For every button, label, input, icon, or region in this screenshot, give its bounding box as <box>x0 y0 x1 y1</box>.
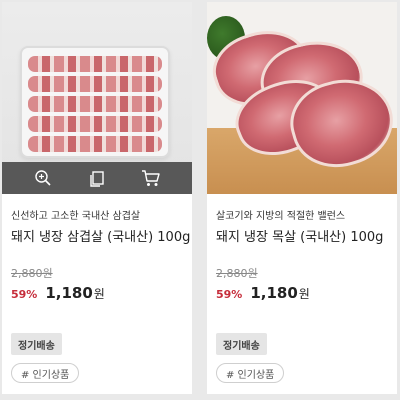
product-card[interactable]: 신선하고 고소한 국내산 삼겹살 돼지 냉장 삼겹살 (국내산) 100g 2,… <box>2 2 192 394</box>
product-card[interactable]: 살코기와 지방의 적절한 밸런스 돼지 냉장 목살 (국내산) 100g 2,8… <box>207 2 397 394</box>
subscription-badge: 정기배송 <box>216 333 267 355</box>
product-description: 살코기와 지방의 적절한 밸런스 <box>216 211 346 222</box>
copy-icon <box>90 171 104 187</box>
original-price: 2,880원 <box>11 267 53 280</box>
sale-price: 1,180 <box>45 284 93 302</box>
subscription-badge: 정기배송 <box>11 333 62 355</box>
product-image[interactable] <box>207 2 397 194</box>
product-name[interactable]: 돼지 냉장 삼겹살 (국내산) 100g <box>11 229 192 247</box>
currency-unit: 원 <box>298 287 310 301</box>
sale-price: 1,180 <box>250 284 298 302</box>
discount-rate: 59% <box>11 288 38 301</box>
currency-unit: 원 <box>93 287 105 301</box>
cart-icon <box>142 170 160 186</box>
product-name[interactable]: 돼지 냉장 목살 (국내산) 100g <box>216 229 397 247</box>
add-to-cart-button[interactable] <box>138 165 164 191</box>
quick-action-bar <box>2 162 192 194</box>
zoom-icon <box>35 170 51 186</box>
price-row: 59% 1,180 원 <box>216 284 397 302</box>
product-image[interactable] <box>2 2 192 194</box>
zoom-button[interactable] <box>30 165 56 191</box>
pork-neck-slices-image <box>207 2 397 194</box>
copy-button[interactable] <box>84 165 110 191</box>
discount-rate: 59% <box>216 288 243 301</box>
original-price: 2,880원 <box>216 267 258 280</box>
price-row: 59% 1,180 원 <box>11 284 192 302</box>
product-description: 신선하고 고소한 국내산 삼겹살 <box>11 211 141 222</box>
popular-tag[interactable]: # 인기상품 <box>11 363 80 383</box>
popular-tag[interactable]: # 인기상품 <box>216 363 285 383</box>
